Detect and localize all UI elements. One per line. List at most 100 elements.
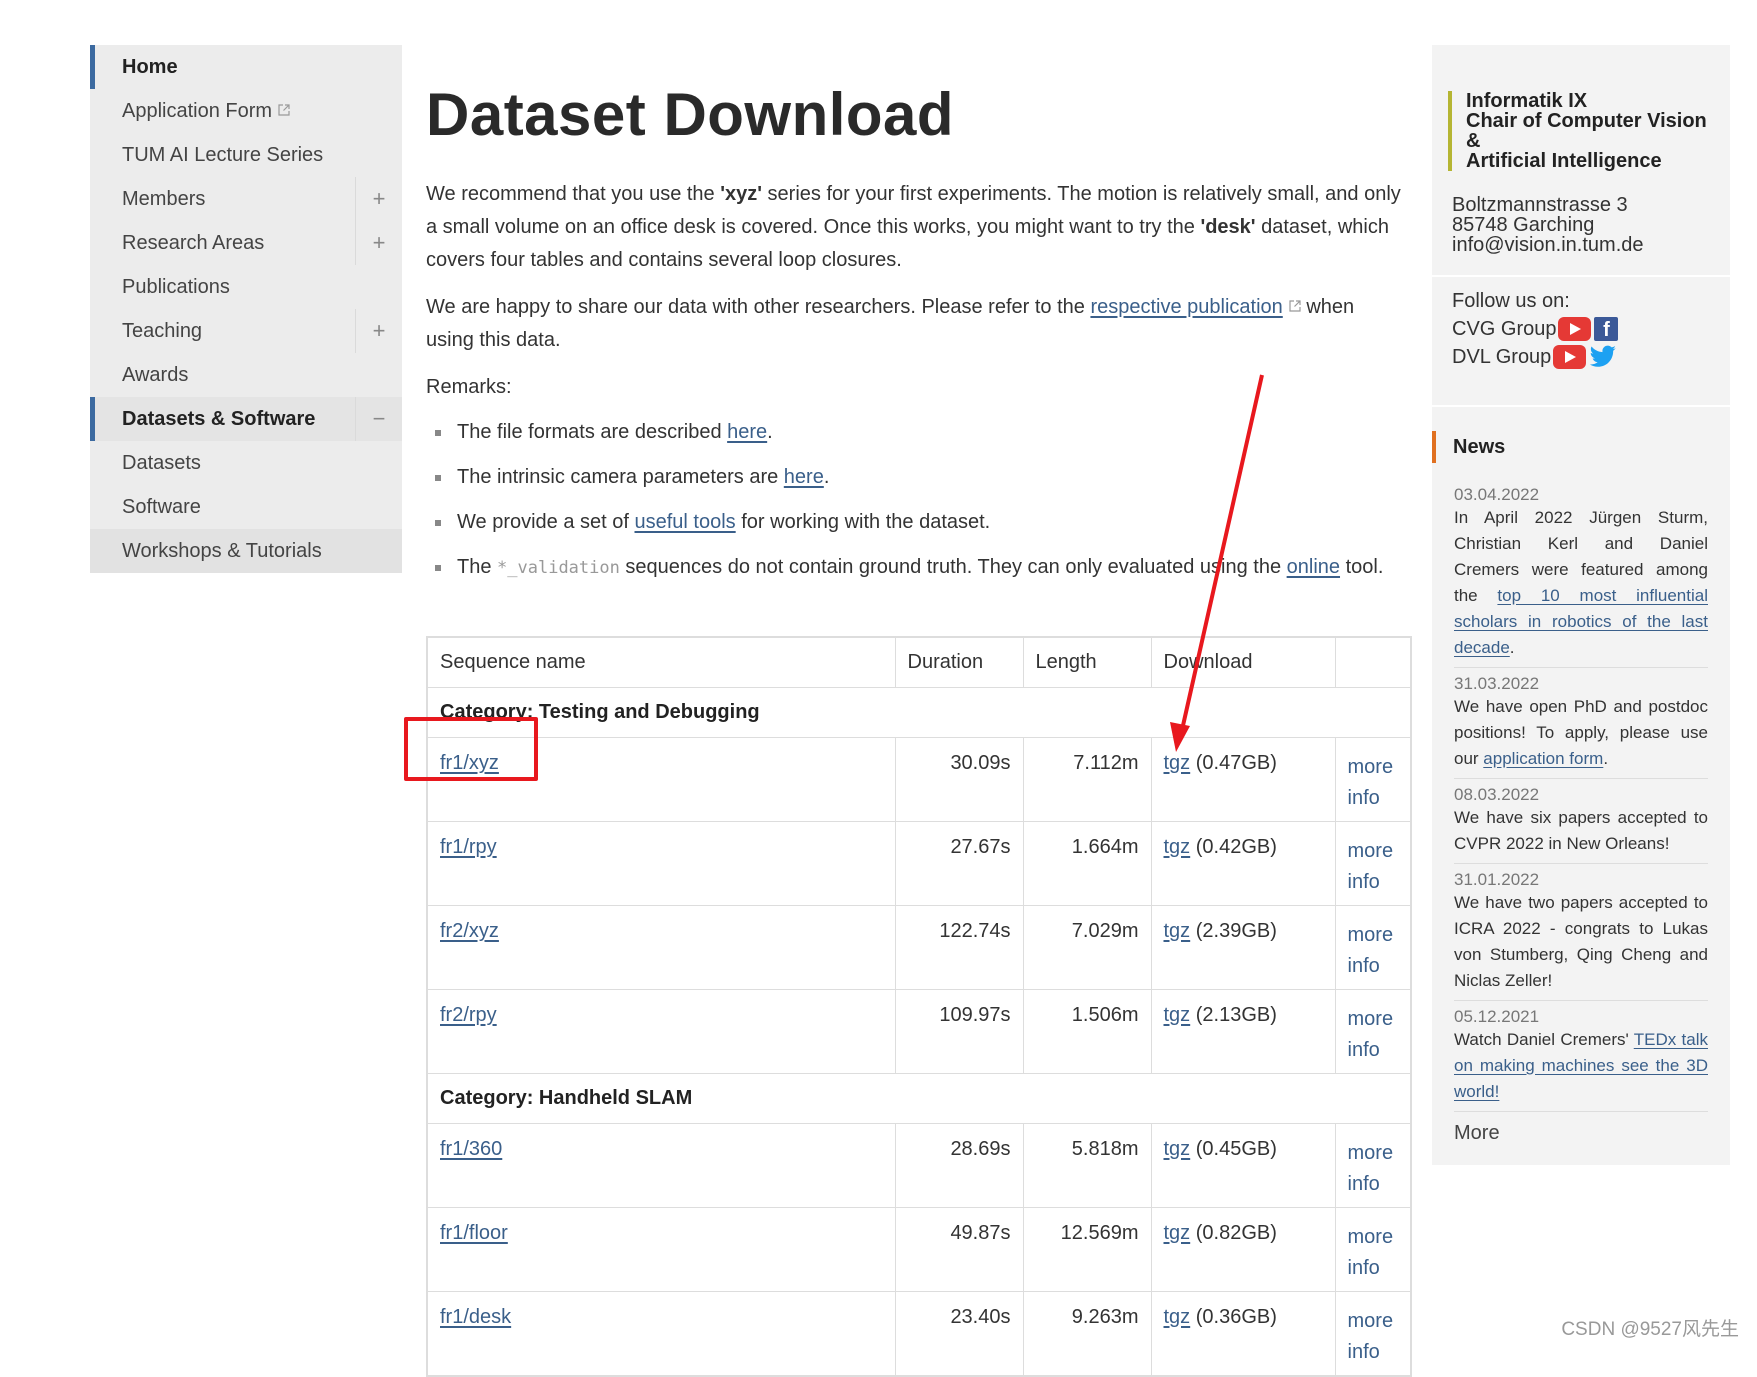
sequence-link[interactable]: fr1/rpy [440,836,497,858]
tgz-link[interactable]: tgz [1164,1004,1191,1026]
list-item: The *_validation sequences do not contai… [426,545,1406,591]
remark-text: . [823,466,830,488]
sidebar-item-application-form[interactable]: Application Form [90,89,402,133]
duration-cell: 49.87s [894,1207,1024,1292]
more-info-link[interactable]: more info [1348,1226,1394,1279]
table-row: fr2/xyz 122.74s 7.029m tgz (2.39GB) more… [426,905,1412,990]
more-info-link[interactable]: more info [1348,1142,1394,1195]
org-line: Chair of Computer Vision & [1466,110,1707,152]
file-size: (0.45GB) [1195,1138,1277,1160]
tgz-link[interactable]: tgz [1164,836,1191,858]
sidebar-item-label: Application Form [122,100,273,122]
page-title: Dataset Download [426,81,955,148]
duration-cell: 122.74s [894,905,1024,990]
sidebar-item-publications[interactable]: Publications [90,265,402,309]
expand-icon[interactable]: + [355,221,402,265]
length-cell: 1.664m [1022,821,1152,906]
more-label: more [1347,1226,1394,1248]
sidebar-item-label: Workshops & Tutorials [122,540,322,562]
sidebar-item-awards[interactable]: Awards [90,353,402,397]
sidebar-item-home[interactable]: Home [90,45,402,89]
intro-xyz: 'xyz' [720,183,762,205]
sidebar-item-software[interactable]: Software [90,485,402,529]
youtube-icon[interactable] [1553,345,1587,369]
news-date: 05.12.2021 [1454,1007,1540,1026]
expand-icon[interactable]: + [355,309,402,353]
news-date: 08.03.2022 [1454,785,1540,804]
useful-tools-link[interactable]: useful tools [635,511,736,533]
collapse-icon[interactable]: − [355,397,402,441]
sidebar-item-label: Members [122,188,206,210]
sidebar-item-teaching[interactable]: Teaching + [90,309,402,353]
category-label: Category: Handheld SLAM [426,1073,1412,1124]
sidebar-item-datasets[interactable]: Datasets [90,441,402,485]
news-link[interactable]: application form [1483,749,1603,768]
header-info [1334,636,1412,688]
remark-text: The intrinsic camera parameters are [457,466,784,488]
news-text: . [1603,749,1609,768]
dvl-group-label: DVL Group [1452,346,1552,368]
tgz-link[interactable]: tgz [1164,752,1191,774]
table-body: Category: Testing and Debugging fr1/xyz … [426,687,1412,1376]
news-body: We have two papers accepted to ICRA 2022… [1454,890,1708,994]
more-info-cell: more info [1334,989,1412,1074]
sequence-link[interactable]: fr2/rpy [440,1004,497,1026]
news-item: 03.04.2022 In April 2022 Jürgen Sturm, C… [1454,479,1708,668]
sequence-link[interactable]: fr1/floor [440,1222,508,1244]
table-row: fr1/desk 23.40s 9.263m tgz (0.36GB) more… [426,1291,1412,1376]
news-date: 03.04.2022 [1454,485,1540,504]
tgz-link[interactable]: tgz [1164,1222,1191,1244]
sequence-link[interactable]: fr2/xyz [440,920,499,942]
respective-publication-link[interactable]: respective publication [1090,296,1282,318]
sidebar-item-tum-ai-lecture-series[interactable]: TUM AI Lecture Series [90,133,402,177]
more-info-link[interactable]: more info [1348,756,1394,809]
tgz-link[interactable]: tgz [1164,1138,1191,1160]
expand-icon[interactable]: + [355,177,402,221]
tgz-link[interactable]: tgz [1164,1306,1191,1328]
sidebar-item-label: Home [122,56,178,78]
more-info-cell: more info [1334,905,1412,990]
list-item: We provide a set of useful tools for wor… [426,500,1406,545]
facebook-icon[interactable]: f [1594,317,1619,341]
table-header-row: Sequence name Duration Length Download [426,636,1412,688]
intro-desk: 'desk' [1200,216,1256,238]
share-paragraph: We are happy to share our data with othe… [426,291,1406,357]
tgz-link[interactable]: tgz [1164,920,1191,942]
org-line: Artificial Intelligence [1466,150,1662,172]
sidebar-item-datasets-software[interactable]: Datasets & Software − [90,397,402,441]
sequence-link[interactable]: fr1/desk [440,1306,511,1328]
news-more-link[interactable]: More [1432,1112,1730,1165]
sidebar-item-research-areas[interactable]: Research Areas + [90,221,402,265]
camera-parameters-link[interactable]: here [784,466,824,488]
contact-email[interactable]: info@vision.in.tum.de [1452,235,1714,255]
remark-text: sequences do not contain ground truth. T… [619,556,1287,578]
sidebar-item-members[interactable]: Members + [90,177,402,221]
news-item: 31.03.2022 We have open PhD and postdoc … [1454,668,1708,779]
external-link-icon [278,104,290,116]
download-cell: tgz (0.36GB) [1150,1291,1336,1376]
online-tool-link[interactable]: online [1287,556,1340,578]
duration-cell: 109.97s [894,989,1024,1074]
sequence-link[interactable]: fr1/360 [440,1138,502,1160]
more-info-link[interactable]: more info [1348,924,1394,977]
more-info-link[interactable]: more info [1348,840,1394,893]
news-title: News [1432,431,1730,463]
table-row: fr1/rpy 27.67s 1.664m tgz (0.42GB) more i… [426,821,1412,906]
more-info-cell: more info [1334,737,1412,822]
remark-text: The [457,556,498,578]
sidebar-item-workshops-tutorials[interactable]: Workshops & Tutorials [90,529,402,573]
twitter-icon[interactable] [1589,345,1617,369]
sidebar-item-label: Datasets & Software [122,408,316,430]
address-city: 85748 Garching [1452,214,1595,236]
header-download: Download [1150,636,1336,688]
file-size: (0.47GB) [1195,752,1277,774]
more-info-link[interactable]: more info [1348,1008,1394,1061]
file-size: (0.36GB) [1195,1306,1277,1328]
download-cell: tgz (2.39GB) [1150,905,1336,990]
address-block: Boltzmannstrasse 3 85748 Garching info@v… [1432,171,1730,275]
more-label: more [1347,840,1394,862]
file-formats-link[interactable]: here [727,421,767,443]
download-cell: tgz (2.13GB) [1150,989,1336,1074]
more-info-link[interactable]: more info [1348,1310,1394,1363]
youtube-icon[interactable] [1558,317,1592,341]
